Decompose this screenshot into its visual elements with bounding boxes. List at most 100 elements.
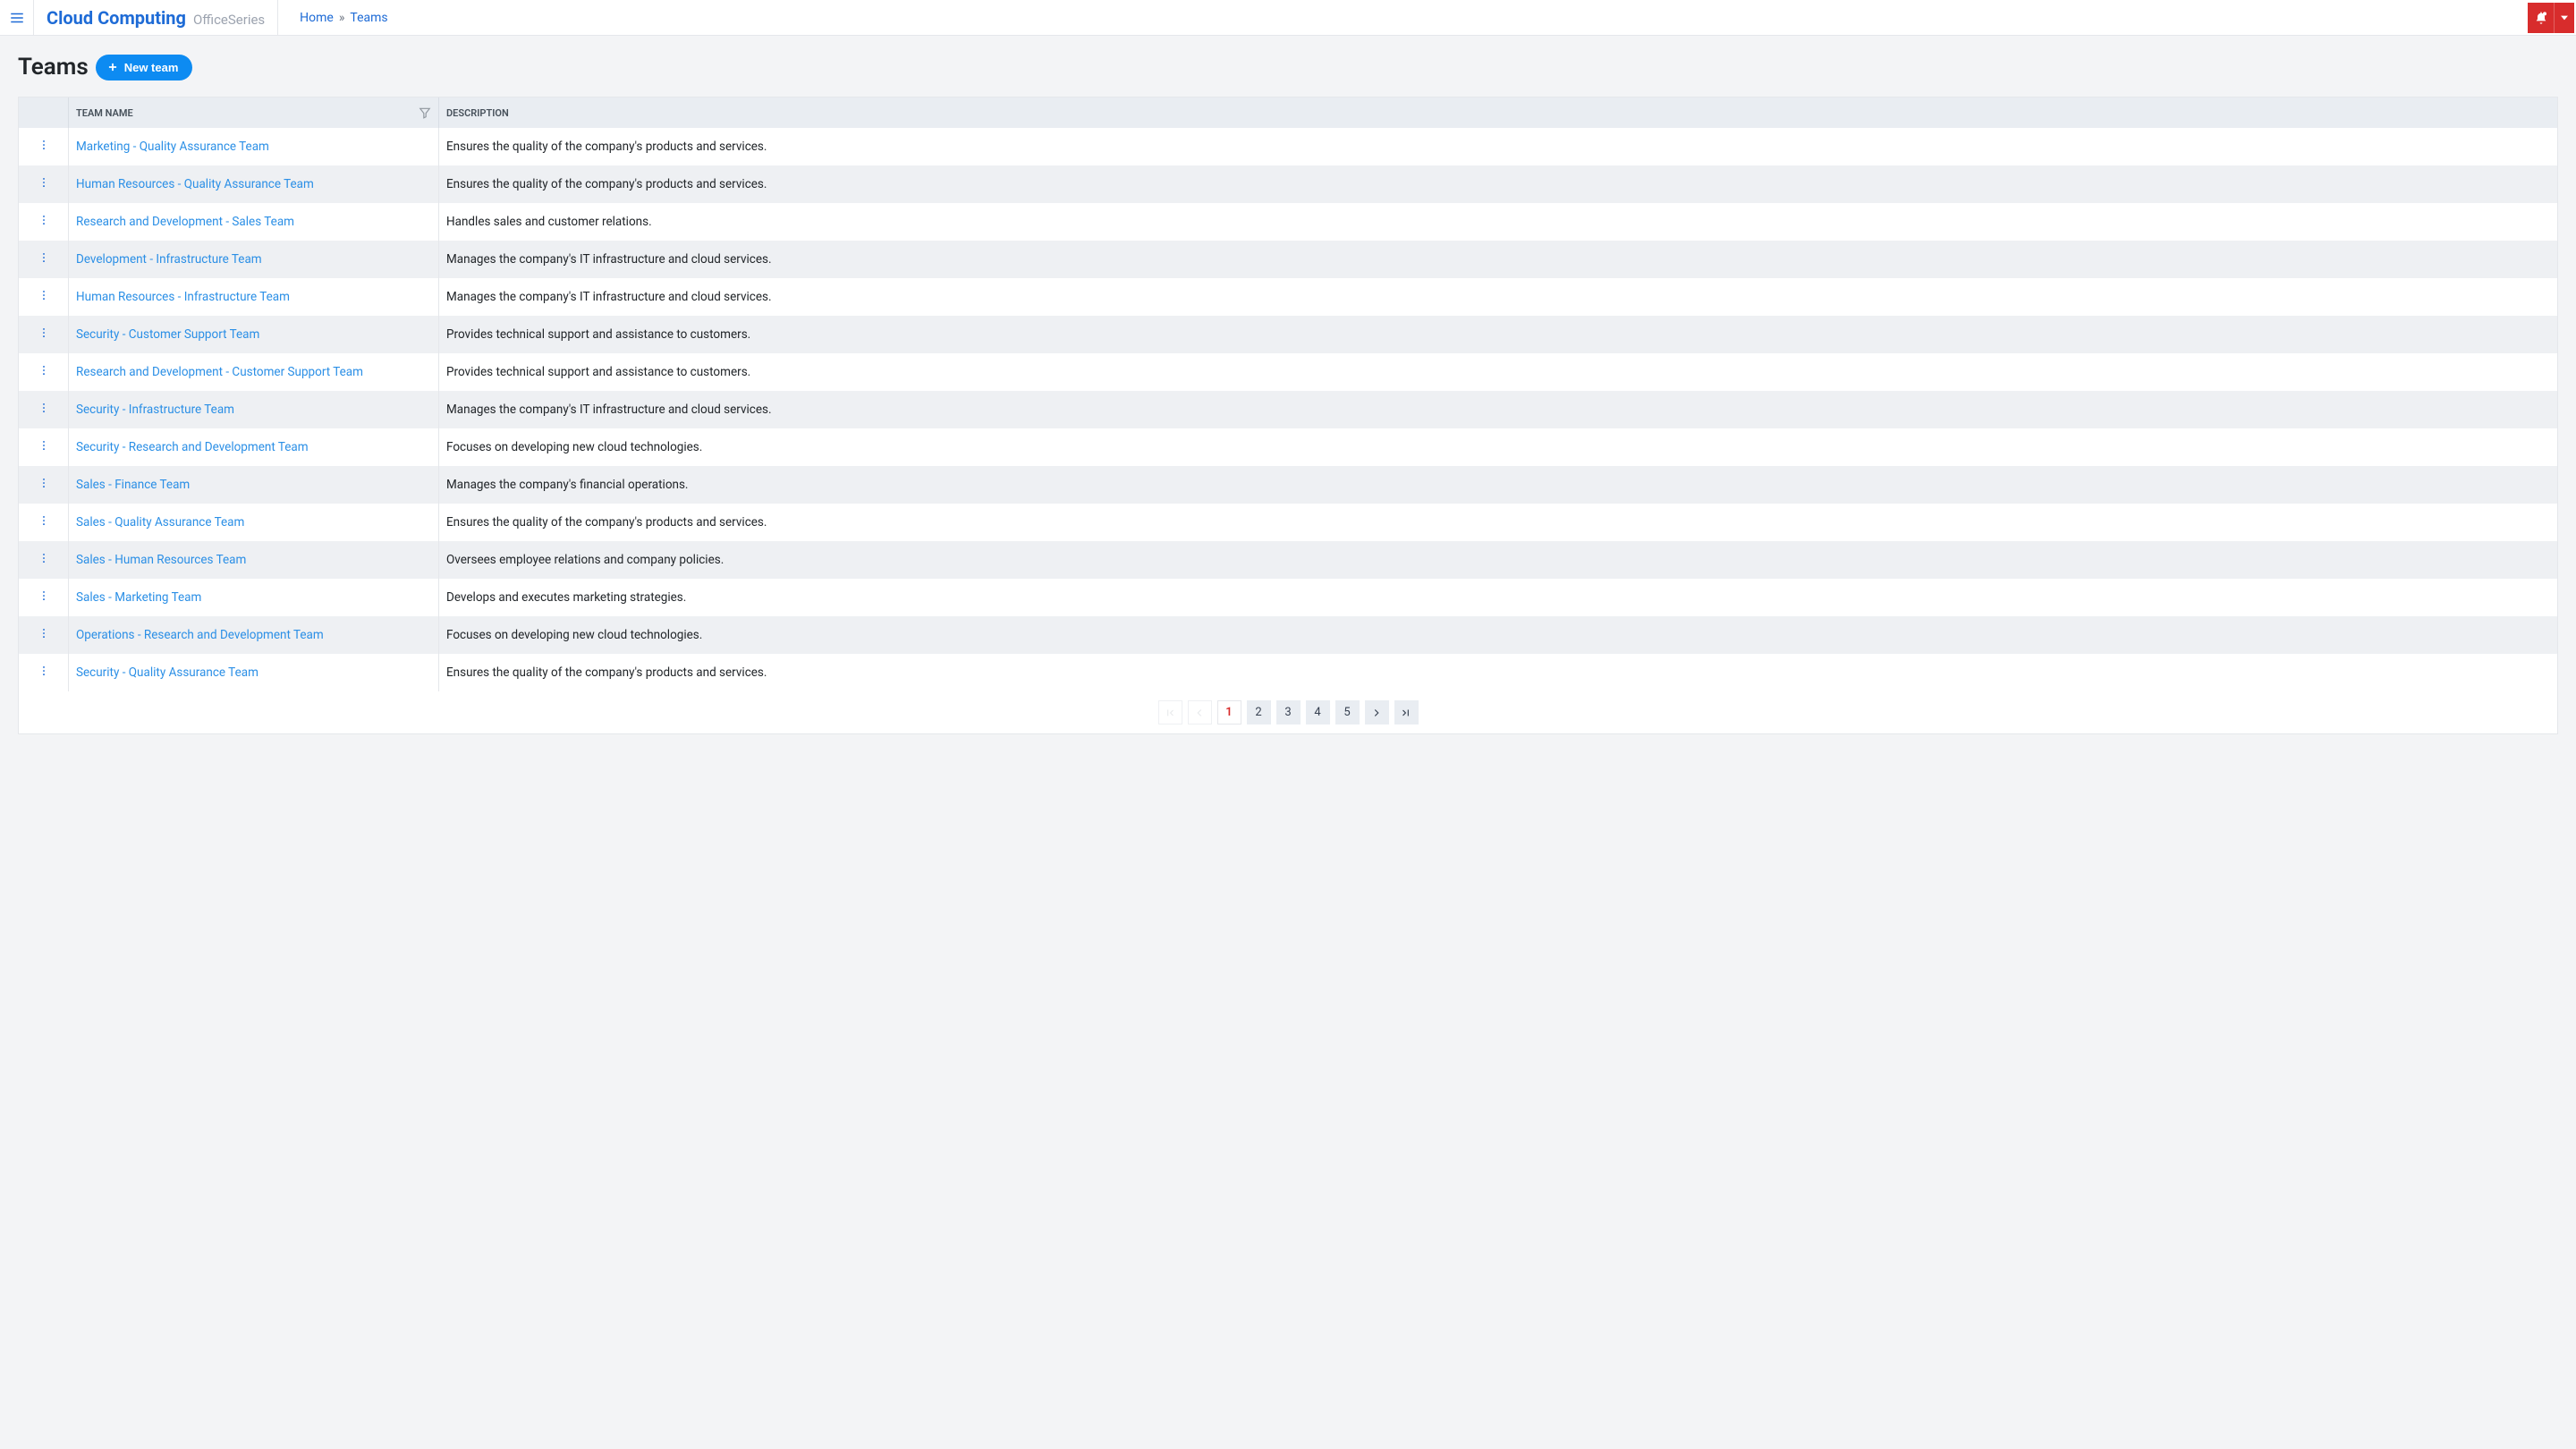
- team-link[interactable]: Marketing - Quality Assurance Team: [76, 140, 269, 154]
- page-number-button[interactable]: 5: [1335, 700, 1360, 724]
- hamburger-icon: [9, 10, 25, 26]
- row-menu-button[interactable]: [38, 589, 50, 606]
- team-name-cell: Research and Development - Sales Team: [69, 203, 439, 241]
- page-number-button[interactable]: 4: [1306, 700, 1330, 724]
- table-body: Marketing - Quality Assurance Team Ensur…: [19, 128, 2557, 691]
- more-vertical-icon: [38, 326, 50, 340]
- team-name-cell: Security - Quality Assurance Team: [69, 654, 439, 691]
- team-link[interactable]: Security - Customer Support Team: [76, 327, 259, 342]
- more-vertical-icon: [38, 476, 50, 490]
- row-menu-button[interactable]: [38, 401, 50, 419]
- description-text: Manages the company's IT infrastructure …: [446, 402, 772, 417]
- more-vertical-icon: [38, 589, 50, 603]
- team-link[interactable]: Operations - Research and Development Te…: [76, 628, 324, 642]
- team-name-cell: Research and Development - Customer Supp…: [69, 353, 439, 391]
- team-link[interactable]: Research and Development - Sales Team: [76, 215, 294, 229]
- table-row: Sales - Human Resources Team Oversees em…: [19, 541, 2557, 579]
- description-cell: Manages the company's IT infrastructure …: [439, 278, 2557, 316]
- header-actions: [19, 97, 69, 128]
- team-link[interactable]: Sales - Human Resources Team: [76, 553, 246, 567]
- row-actions-cell: [19, 353, 69, 391]
- team-link[interactable]: Sales - Quality Assurance Team: [76, 515, 244, 530]
- header-description-label: Description: [446, 107, 509, 119]
- row-menu-button[interactable]: [38, 476, 50, 494]
- notifications-dropdown-button[interactable]: [2555, 3, 2574, 33]
- page-last-button[interactable]: [1394, 700, 1419, 724]
- table-row: Human Resources - Quality Assurance Team…: [19, 165, 2557, 203]
- team-link[interactable]: Security - Research and Development Team: [76, 440, 309, 454]
- row-actions-cell: [19, 616, 69, 654]
- bell-alert-icon: [2534, 11, 2548, 25]
- team-name-cell: Sales - Human Resources Team: [69, 541, 439, 579]
- notifications-button[interactable]: [2528, 3, 2555, 33]
- breadcrumb-separator: »: [339, 11, 345, 25]
- description-text: Manages the company's IT infrastructure …: [446, 290, 772, 304]
- team-link[interactable]: Human Resources - Quality Assurance Team: [76, 177, 314, 191]
- page-content: Teams New team Team Name Description Mar…: [0, 36, 2576, 752]
- more-vertical-icon: [38, 175, 50, 190]
- page-next-button[interactable]: [1365, 700, 1389, 724]
- row-menu-button[interactable]: [38, 664, 50, 682]
- topbar-actions: [2528, 3, 2574, 33]
- caret-down-icon: [2561, 14, 2568, 21]
- table-row: Research and Development - Sales Team Ha…: [19, 203, 2557, 241]
- team-link[interactable]: Research and Development - Customer Supp…: [76, 365, 363, 379]
- row-menu-button[interactable]: [38, 288, 50, 306]
- table-row: Human Resources - Infrastructure Team Ma…: [19, 278, 2557, 316]
- page-prev-button: [1188, 700, 1212, 724]
- page-first-button: [1158, 700, 1182, 724]
- header-team-name[interactable]: Team Name: [69, 97, 439, 128]
- team-link[interactable]: Human Resources - Infrastructure Team: [76, 290, 290, 304]
- new-team-button[interactable]: New team: [96, 55, 193, 80]
- description-text: Manages the company's IT infrastructure …: [446, 252, 772, 267]
- page-number-button[interactable]: 2: [1247, 700, 1271, 724]
- row-menu-button[interactable]: [38, 626, 50, 644]
- row-menu-button[interactable]: [38, 175, 50, 193]
- row-actions-cell: [19, 203, 69, 241]
- page-number-button[interactable]: 1: [1217, 700, 1241, 724]
- chevron-first-icon: [1164, 707, 1176, 719]
- page-header: Teams New team: [18, 54, 2558, 80]
- description-text: Manages the company's financial operatio…: [446, 478, 689, 492]
- row-menu-button[interactable]: [38, 138, 50, 156]
- table-row: Operations - Research and Development Te…: [19, 616, 2557, 654]
- menu-toggle-button[interactable]: [0, 0, 34, 36]
- brand-subtitle: OfficeSeries: [193, 2, 265, 38]
- filter-icon[interactable]: [419, 106, 431, 119]
- team-name-cell: Security - Research and Development Team: [69, 428, 439, 466]
- page-number-button[interactable]: 3: [1276, 700, 1301, 724]
- team-link[interactable]: Sales - Marketing Team: [76, 590, 201, 605]
- team-name-cell: Marketing - Quality Assurance Team: [69, 128, 439, 165]
- breadcrumb: Home » Teams: [278, 11, 409, 25]
- table-row: Security - Quality Assurance Team Ensure…: [19, 654, 2557, 691]
- new-team-button-label: New team: [124, 61, 179, 74]
- description-text: Focuses on developing new cloud technolo…: [446, 440, 702, 454]
- description-cell: Ensures the quality of the company's pro…: [439, 504, 2557, 541]
- team-name-cell: Operations - Research and Development Te…: [69, 616, 439, 654]
- team-link[interactable]: Sales - Finance Team: [76, 478, 190, 492]
- team-link[interactable]: Development - Infrastructure Team: [76, 252, 262, 267]
- row-menu-button[interactable]: [38, 213, 50, 231]
- row-actions-cell: [19, 579, 69, 616]
- team-link[interactable]: Security - Infrastructure Team: [76, 402, 234, 417]
- row-menu-button[interactable]: [38, 363, 50, 381]
- row-menu-button[interactable]: [38, 513, 50, 531]
- description-text: Handles sales and customer relations.: [446, 215, 652, 229]
- breadcrumb-home-link[interactable]: Home: [300, 11, 334, 25]
- plus-icon: [106, 61, 119, 73]
- more-vertical-icon: [38, 138, 50, 152]
- row-actions-cell: [19, 654, 69, 691]
- row-menu-button[interactable]: [38, 326, 50, 343]
- row-actions-cell: [19, 504, 69, 541]
- more-vertical-icon: [38, 626, 50, 640]
- description-cell: Handles sales and customer relations.: [439, 203, 2557, 241]
- row-menu-button[interactable]: [38, 551, 50, 569]
- more-vertical-icon: [38, 288, 50, 302]
- row-menu-button[interactable]: [38, 438, 50, 456]
- row-menu-button[interactable]: [38, 250, 50, 268]
- team-link[interactable]: Security - Quality Assurance Team: [76, 665, 258, 680]
- header-team-name-label: Team Name: [76, 107, 133, 119]
- team-name-cell: Sales - Quality Assurance Team: [69, 504, 439, 541]
- header-description[interactable]: Description: [439, 97, 2557, 128]
- description-text: Provides technical support and assistanc…: [446, 365, 750, 379]
